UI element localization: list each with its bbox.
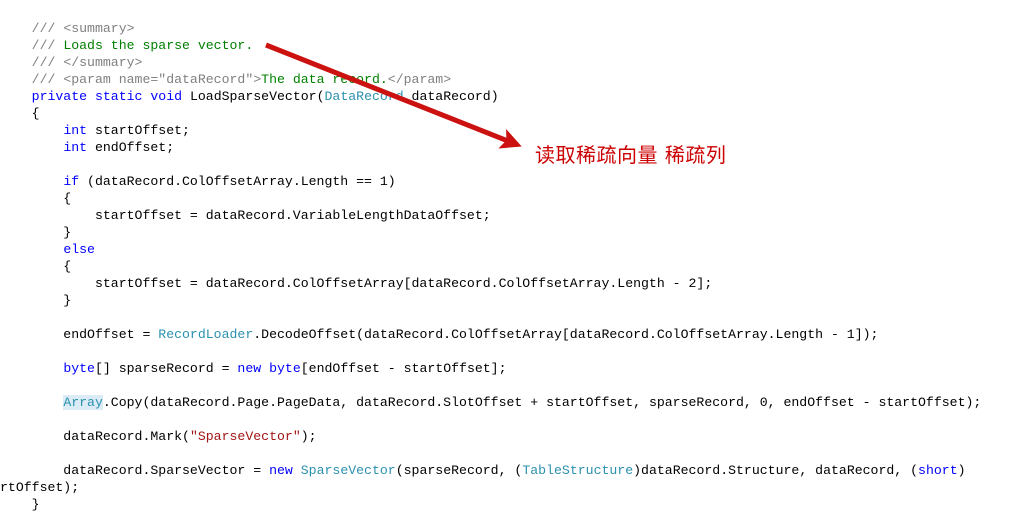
- code-token: byte: [63, 361, 95, 376]
- code-token: [endOffset - startOffset];: [300, 361, 507, 376]
- code-token: {: [0, 259, 72, 274]
- code-token: [] sparseRecord =: [94, 361, 238, 376]
- code-line: else: [0, 241, 1019, 258]
- code-token: ///: [31, 72, 64, 87]
- code-line: startOffset = dataRecord.ColOffsetArray[…: [0, 275, 1019, 292]
- code-token: int: [63, 140, 88, 155]
- code-token: LoadSparseVector(: [182, 89, 325, 104]
- code-token: int: [63, 123, 88, 138]
- code-token: </summary>: [63, 55, 143, 70]
- code-token: {: [0, 191, 72, 206]
- code-line: }: [0, 224, 1019, 241]
- code-token: }: [0, 293, 72, 308]
- code-line: {: [0, 190, 1019, 207]
- code-line: byte[] sparseRecord = new byte[endOffset…: [0, 360, 1019, 377]
- code-token: ///: [31, 21, 64, 36]
- code-token: startOffset;: [87, 123, 190, 138]
- code-token: }: [0, 497, 40, 512]
- code-token: }: [0, 225, 72, 240]
- code-line: private static void LoadSparseVector(Dat…: [0, 88, 1019, 105]
- code-line: Array.Copy(dataRecord.Page.PageData, dat…: [0, 394, 1019, 411]
- code-line: /// <summary>: [0, 20, 1019, 37]
- code-line: /// <param name="dataRecord">The data re…: [0, 71, 1019, 88]
- code-token: static: [94, 89, 143, 104]
- code-token: endOffset;: [87, 140, 175, 155]
- code-token: byte: [269, 361, 301, 376]
- code-token: rtOffset);: [0, 480, 80, 495]
- code-line: {: [0, 105, 1019, 122]
- code-token: ///: [31, 55, 64, 70]
- code-line: dataRecord.SparseVector = new SparseVect…: [0, 462, 1019, 479]
- code-token: The data record.: [261, 72, 388, 87]
- code-line: }: [0, 496, 1019, 513]
- code-token: .Copy(dataRecord.Page.PageData, dataReco…: [102, 395, 982, 410]
- code-token: <param name="dataRecord">: [63, 72, 262, 87]
- code-token: ): [957, 463, 966, 478]
- code-token: new: [269, 463, 293, 478]
- code-token: </param>: [387, 72, 452, 87]
- code-line: }: [0, 292, 1019, 309]
- code-line: int endOffset;: [0, 139, 1019, 156]
- code-token: "SparseVector": [189, 429, 301, 444]
- code-line: startOffset = dataRecord.VariableLengthD…: [0, 207, 1019, 224]
- code-token: void: [150, 89, 183, 104]
- code-token: Loads the sparse vector.: [63, 38, 254, 53]
- code-token: dataRecord.Mark(: [0, 429, 190, 444]
- code-line: int startOffset;: [0, 122, 1019, 139]
- code-line: endOffset = RecordLoader.DecodeOffset(da…: [0, 326, 1019, 343]
- code-token: SparseVector: [300, 463, 396, 478]
- code-token: Array: [63, 395, 103, 410]
- code-line: /// </summary>: [0, 54, 1019, 71]
- code-token: ///: [31, 38, 64, 53]
- code-line: if (dataRecord.ColOffsetArray.Length == …: [0, 173, 1019, 190]
- code-token: DataRecord: [324, 89, 404, 104]
- code-token: new: [237, 361, 262, 376]
- code-token: dataRecord.SparseVector =: [0, 463, 270, 478]
- code-token: startOffset = dataRecord.ColOffsetArray[…: [0, 276, 713, 291]
- code-token: {: [0, 106, 40, 121]
- code-token: endOffset =: [0, 327, 159, 342]
- code-token: private: [31, 89, 88, 104]
- code-token: );: [300, 429, 317, 444]
- code-token: if: [63, 174, 80, 189]
- code-token: startOffset = dataRecord.VariableLengthD…: [0, 208, 491, 223]
- code-token: else: [63, 242, 95, 257]
- code-token: )dataRecord.Structure, dataRecord, (: [633, 463, 919, 478]
- code-token: (dataRecord.ColOffsetArray.Length == 1): [79, 174, 396, 189]
- code-token: dataRecord): [403, 89, 499, 104]
- code-line: rtOffset);: [0, 479, 1019, 496]
- code-token: <summary>: [63, 21, 135, 36]
- code-token: .DecodeOffset(dataRecord.ColOffsetArray[…: [253, 327, 879, 342]
- code-token: short: [918, 463, 958, 478]
- code-editor-surface: /// <summary> /// Loads the sparse vecto…: [0, 0, 1019, 531]
- code-token: TableStructure: [522, 463, 634, 478]
- code-line: dataRecord.Mark("SparseVector");: [0, 428, 1019, 445]
- code-line: {: [0, 258, 1019, 275]
- code-token: RecordLoader: [158, 327, 254, 342]
- code-token: (sparseRecord, (: [395, 463, 523, 478]
- code-line: /// Loads the sparse vector.: [0, 37, 1019, 54]
